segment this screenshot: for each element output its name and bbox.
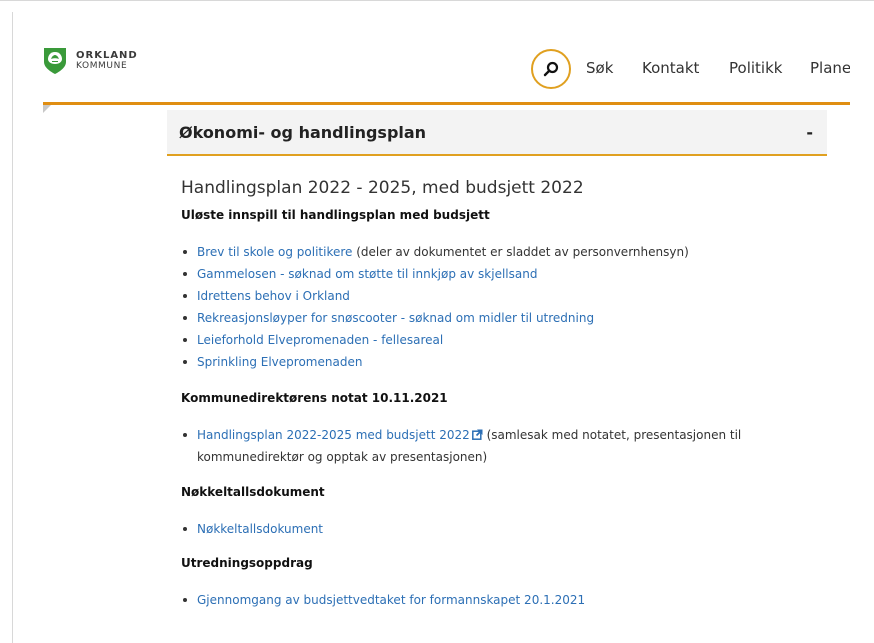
section-link-list: Handlingsplan 2022-2025 med budsjett 202… — [181, 424, 821, 468]
nav-contact-link[interactable]: Kontakt — [642, 59, 699, 77]
document-link[interactable]: Handlingsplan 2022-2025 med budsjett 202… — [197, 428, 483, 442]
search-button[interactable] — [531, 49, 571, 89]
section-link-list: Brev til skole og politikere (deler av d… — [181, 241, 821, 373]
municipality-logo[interactable]: ORKLAND KOMMUNE — [43, 47, 138, 75]
document-link[interactable]: Brev til skole og politikere — [197, 245, 352, 259]
list-item: Gjennomgang av budsjettvedtaket for form… — [181, 589, 821, 611]
accordion-header[interactable]: Økonomi- og handlingsplan - — [167, 110, 827, 156]
document-link[interactable]: Sprinkling Elvepromenaden — [197, 355, 362, 369]
link-note: (samlesak med notatet, presentasjonen ti… — [482, 428, 742, 442]
logo-text: ORKLAND KOMMUNE — [76, 50, 138, 72]
section-title: Utredningsoppdrag — [181, 556, 313, 570]
link-note: kommunedirektør og opptak av presentasjo… — [197, 450, 488, 464]
accordion-title: Økonomi- og handlingsplan — [179, 122, 427, 142]
nav-plan-link[interactable]: Plane — [810, 59, 850, 77]
logo-line-2: KOMMUNE — [76, 61, 128, 71]
section-link-list: Nøkkeltallsdokument — [181, 518, 821, 540]
list-item: Handlingsplan 2022-2025 med budsjett 202… — [181, 424, 821, 468]
page-left-edge — [12, 12, 13, 643]
external-link-icon — [471, 429, 483, 440]
list-item: Gammelosen - søknad om støtte til innkjø… — [181, 263, 821, 285]
list-item: Idrettens behov i Orkland — [181, 285, 821, 307]
document-link[interactable]: Nøkkeltallsdokument — [197, 522, 323, 536]
list-item: Nøkkeltallsdokument — [181, 518, 821, 540]
section-title: Kommunedirektørens notat 10.11.2021 — [181, 391, 448, 405]
accordion-collapse-toggle[interactable]: - — [806, 123, 813, 142]
document-link[interactable]: Rekreasjonsløyper for snøscooter - søkna… — [197, 311, 594, 325]
list-item: Leieforhold Elvepromenaden - fellesareal — [181, 329, 821, 351]
accordion-content: Handlingsplan 2022 - 2025, med budsjett … — [181, 178, 821, 607]
list-item: Rekreasjonsløyper for snøscooter - søkna… — [181, 307, 821, 329]
header-divider — [43, 102, 850, 105]
nav-search-link[interactable]: Søk — [586, 59, 613, 77]
list-item: Sprinkling Elvepromenaden — [181, 351, 821, 373]
section-link-list: Gjennomgang av budsjettvedtaket for form… — [181, 589, 821, 611]
link-note: (deler av dokumentet er sladdet av perso… — [352, 245, 689, 259]
divider-corner-decoration — [43, 105, 51, 113]
nav-politics-link[interactable]: Politikk — [729, 59, 782, 77]
document-link-label: Handlingsplan 2022-2025 med budsjett 202… — [197, 428, 470, 442]
document-link[interactable]: Idrettens behov i Orkland — [197, 289, 350, 303]
section-title: Nøkkeltallsdokument — [181, 485, 325, 499]
section-title: Uløste innspill til handlingsplan med bu… — [181, 208, 490, 222]
logo-line-1: ORKLAND — [76, 50, 138, 61]
page-heading: Handlingsplan 2022 - 2025, med budsjett … — [181, 178, 584, 198]
list-item: Brev til skole og politikere (deler av d… — [181, 241, 821, 263]
search-icon — [543, 61, 559, 77]
document-link[interactable]: Gjennomgang av budsjettvedtaket for form… — [197, 593, 585, 607]
document-link[interactable]: Leieforhold Elvepromenaden - fellesareal — [197, 333, 443, 347]
municipality-shield-icon — [44, 48, 66, 74]
document-link[interactable]: Gammelosen - søknad om støtte til innkjø… — [197, 267, 537, 281]
